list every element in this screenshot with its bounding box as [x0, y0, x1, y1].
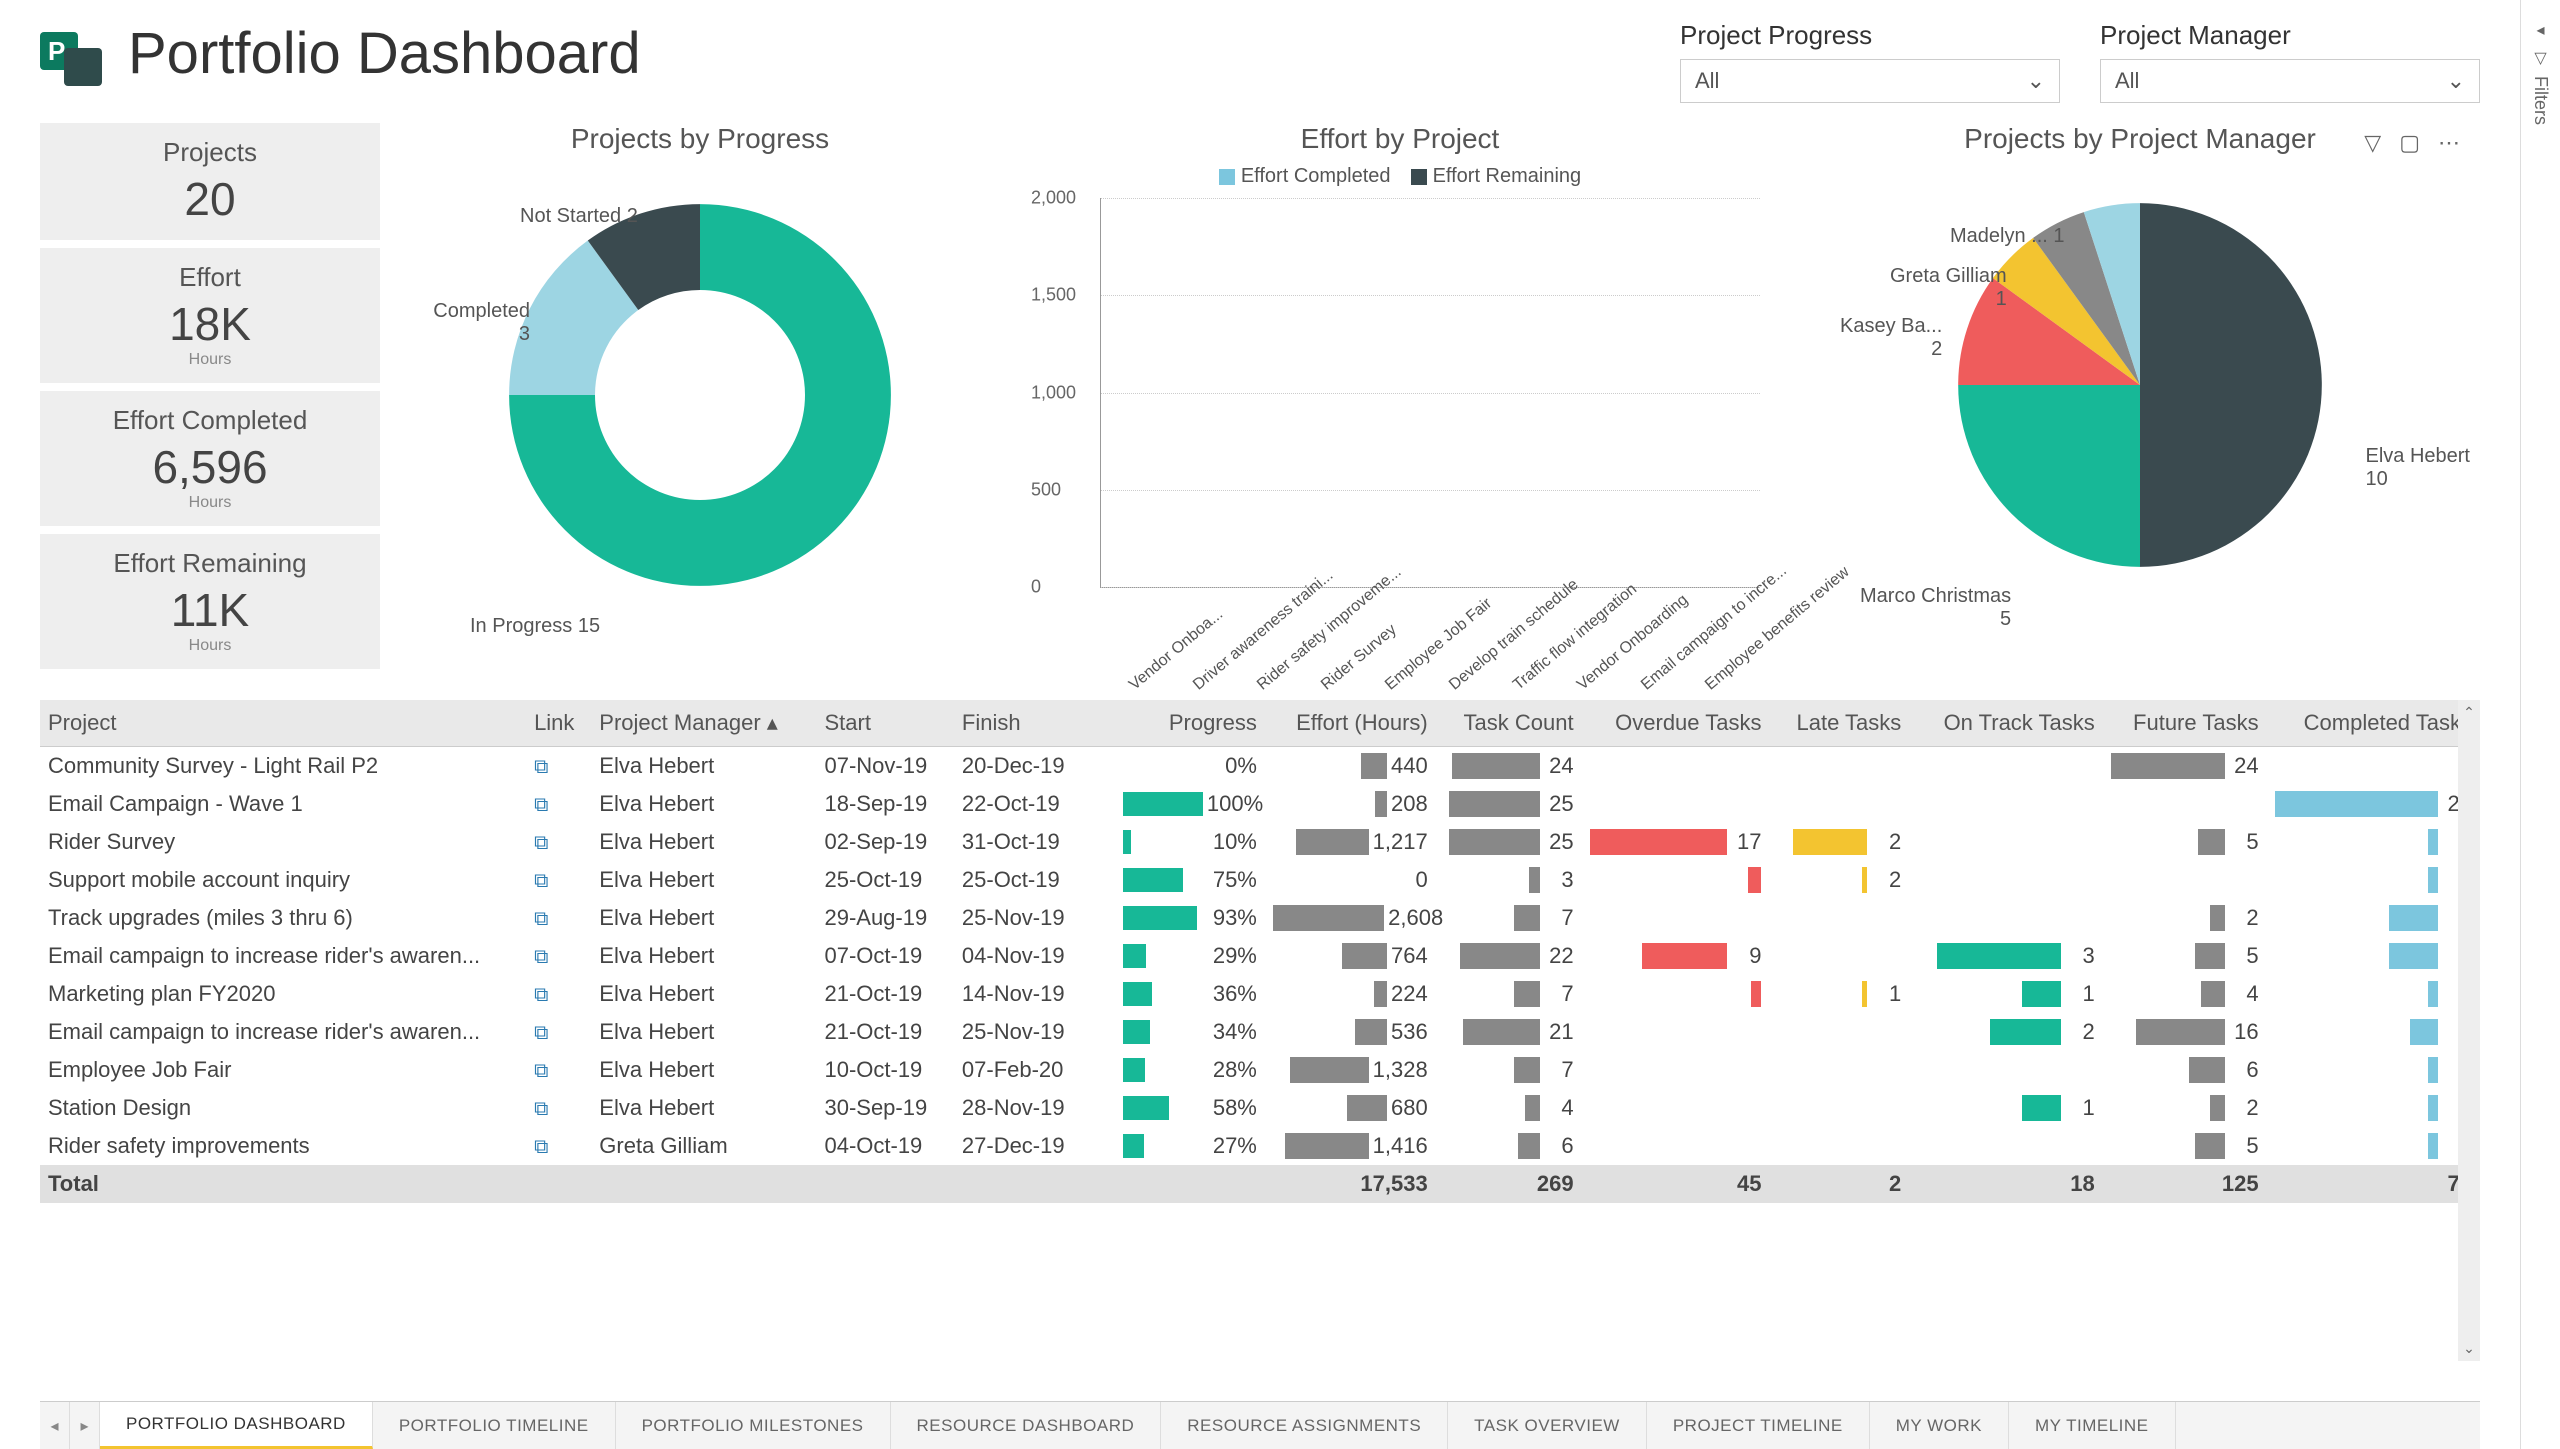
column-header[interactable]: Effort (Hours) — [1265, 700, 1436, 747]
scroll-up-icon[interactable]: ⌃ — [2463, 704, 2475, 721]
column-header[interactable]: Project Manager ▴ — [591, 700, 816, 747]
column-header[interactable]: Project — [40, 700, 526, 747]
scroll-down-icon[interactable]: ⌄ — [2463, 1340, 2475, 1357]
report-tab[interactable]: RESOURCE ASSIGNMENTS — [1161, 1402, 1448, 1449]
link-icon[interactable]: ⧉ — [534, 908, 548, 930]
link-icon[interactable]: ⧉ — [534, 794, 548, 816]
filters-pane-toggle[interactable]: ◂ ▽ Filters — [2520, 0, 2560, 1449]
column-header[interactable]: Late Tasks — [1769, 700, 1909, 747]
project-logo: P — [40, 22, 104, 86]
report-tab[interactable]: RESOURCE DASHBOARD — [891, 1402, 1162, 1449]
column-header[interactable]: Future Tasks — [2103, 700, 2267, 747]
column-header[interactable]: Link — [526, 700, 591, 747]
more-icon[interactable]: ⋯ — [2438, 130, 2460, 156]
tab-prev[interactable]: ◂ — [40, 1402, 70, 1449]
report-tab[interactable]: PROJECT TIMELINE — [1647, 1402, 1870, 1449]
link-icon[interactable]: ⧉ — [534, 984, 548, 1006]
report-tab[interactable]: TASK OVERVIEW — [1448, 1402, 1647, 1449]
column-header[interactable]: Finish — [954, 700, 1091, 747]
page-title: Portfolio Dashboard — [128, 20, 641, 87]
link-icon[interactable]: ⧉ — [534, 832, 548, 854]
table-row[interactable]: Email campaign to increase rider's aware… — [40, 937, 2480, 975]
chevron-down-icon: ⌄ — [2027, 68, 2045, 94]
link-icon[interactable]: ⧉ — [534, 756, 548, 778]
link-icon[interactable]: ⧉ — [534, 870, 548, 892]
table-row[interactable]: Employee Job Fair ⧉ Elva Hebert10-Oct-19… — [40, 1051, 2480, 1089]
column-header[interactable]: On Track Tasks — [1909, 700, 2103, 747]
slicer-project-progress[interactable]: Project Progress All⌄ — [1680, 20, 2060, 103]
table-row[interactable]: Rider safety improvements ⧉ Greta Gillia… — [40, 1127, 2480, 1165]
chart-effort-by-project[interactable]: Effort by Project Effort CompletedEffort… — [1020, 123, 1780, 685]
link-icon[interactable]: ⧉ — [534, 1098, 548, 1120]
table-row[interactable]: Track upgrades (miles 3 thru 6) ⧉ Elva H… — [40, 899, 2480, 937]
filter-icon: ▽ — [2534, 48, 2546, 68]
table-row[interactable]: Email campaign to increase rider's aware… — [40, 1013, 2480, 1051]
link-icon[interactable]: ⧉ — [534, 1022, 548, 1044]
column-header[interactable]: Task Count — [1436, 700, 1582, 747]
slicer-project-manager[interactable]: Project Manager All⌄ — [2100, 20, 2480, 103]
table-row[interactable]: Station Design ⧉ Elva Hebert30-Sep-1928-… — [40, 1089, 2480, 1127]
project-table[interactable]: ProjectLinkProject Manager ▴StartFinishP… — [40, 700, 2480, 1401]
table-row[interactable]: Rider Survey ⧉ Elva Hebert02-Sep-1931-Oc… — [40, 823, 2480, 861]
bookmark-icon[interactable]: ▢ — [2399, 130, 2420, 156]
column-header[interactable]: Overdue Tasks — [1582, 700, 1770, 747]
report-tab[interactable]: MY WORK — [1870, 1402, 2009, 1449]
chart-projects-by-progress[interactable]: Projects by Progress Completed 3 Not Sta… — [400, 123, 1000, 685]
kpi-card: Effort Completed6,596Hours — [40, 391, 380, 526]
table-row[interactable]: Email Campaign - Wave 1 ⧉ Elva Hebert18-… — [40, 785, 2480, 823]
chevron-down-icon: ⌄ — [2447, 68, 2465, 94]
chart-projects-by-manager[interactable]: Projects by Project Manager Elva Hebert … — [1800, 123, 2480, 685]
table-row[interactable]: Marketing plan FY2020 ⧉ Elva Hebert21-Oc… — [40, 975, 2480, 1013]
report-tab[interactable]: PORTFOLIO TIMELINE — [373, 1402, 616, 1449]
kpi-card: Effort18KHours — [40, 248, 380, 383]
link-icon[interactable]: ⧉ — [534, 1060, 548, 1082]
kpi-card: Effort Remaining11KHours — [40, 534, 380, 669]
report-tab[interactable]: PORTFOLIO DASHBOARD — [100, 1402, 373, 1449]
tab-next[interactable]: ▸ — [70, 1402, 100, 1449]
link-icon[interactable]: ⧉ — [534, 1136, 548, 1158]
kpi-card: Projects20 — [40, 123, 380, 240]
report-tab[interactable]: PORTFOLIO MILESTONES — [616, 1402, 891, 1449]
link-icon[interactable]: ⧉ — [534, 946, 548, 968]
column-header[interactable]: Completed Tasks — [2267, 700, 2480, 747]
table-row[interactable]: Community Survey - Light Rail P2 ⧉ Elva … — [40, 747, 2480, 786]
table-row[interactable]: Support mobile account inquiry ⧉ Elva He… — [40, 861, 2480, 899]
filter-icon[interactable]: ▽ — [2364, 130, 2381, 156]
column-header[interactable]: Start — [816, 700, 953, 747]
report-tab[interactable]: MY TIMELINE — [2009, 1402, 2176, 1449]
column-header[interactable]: Progress — [1091, 700, 1265, 747]
